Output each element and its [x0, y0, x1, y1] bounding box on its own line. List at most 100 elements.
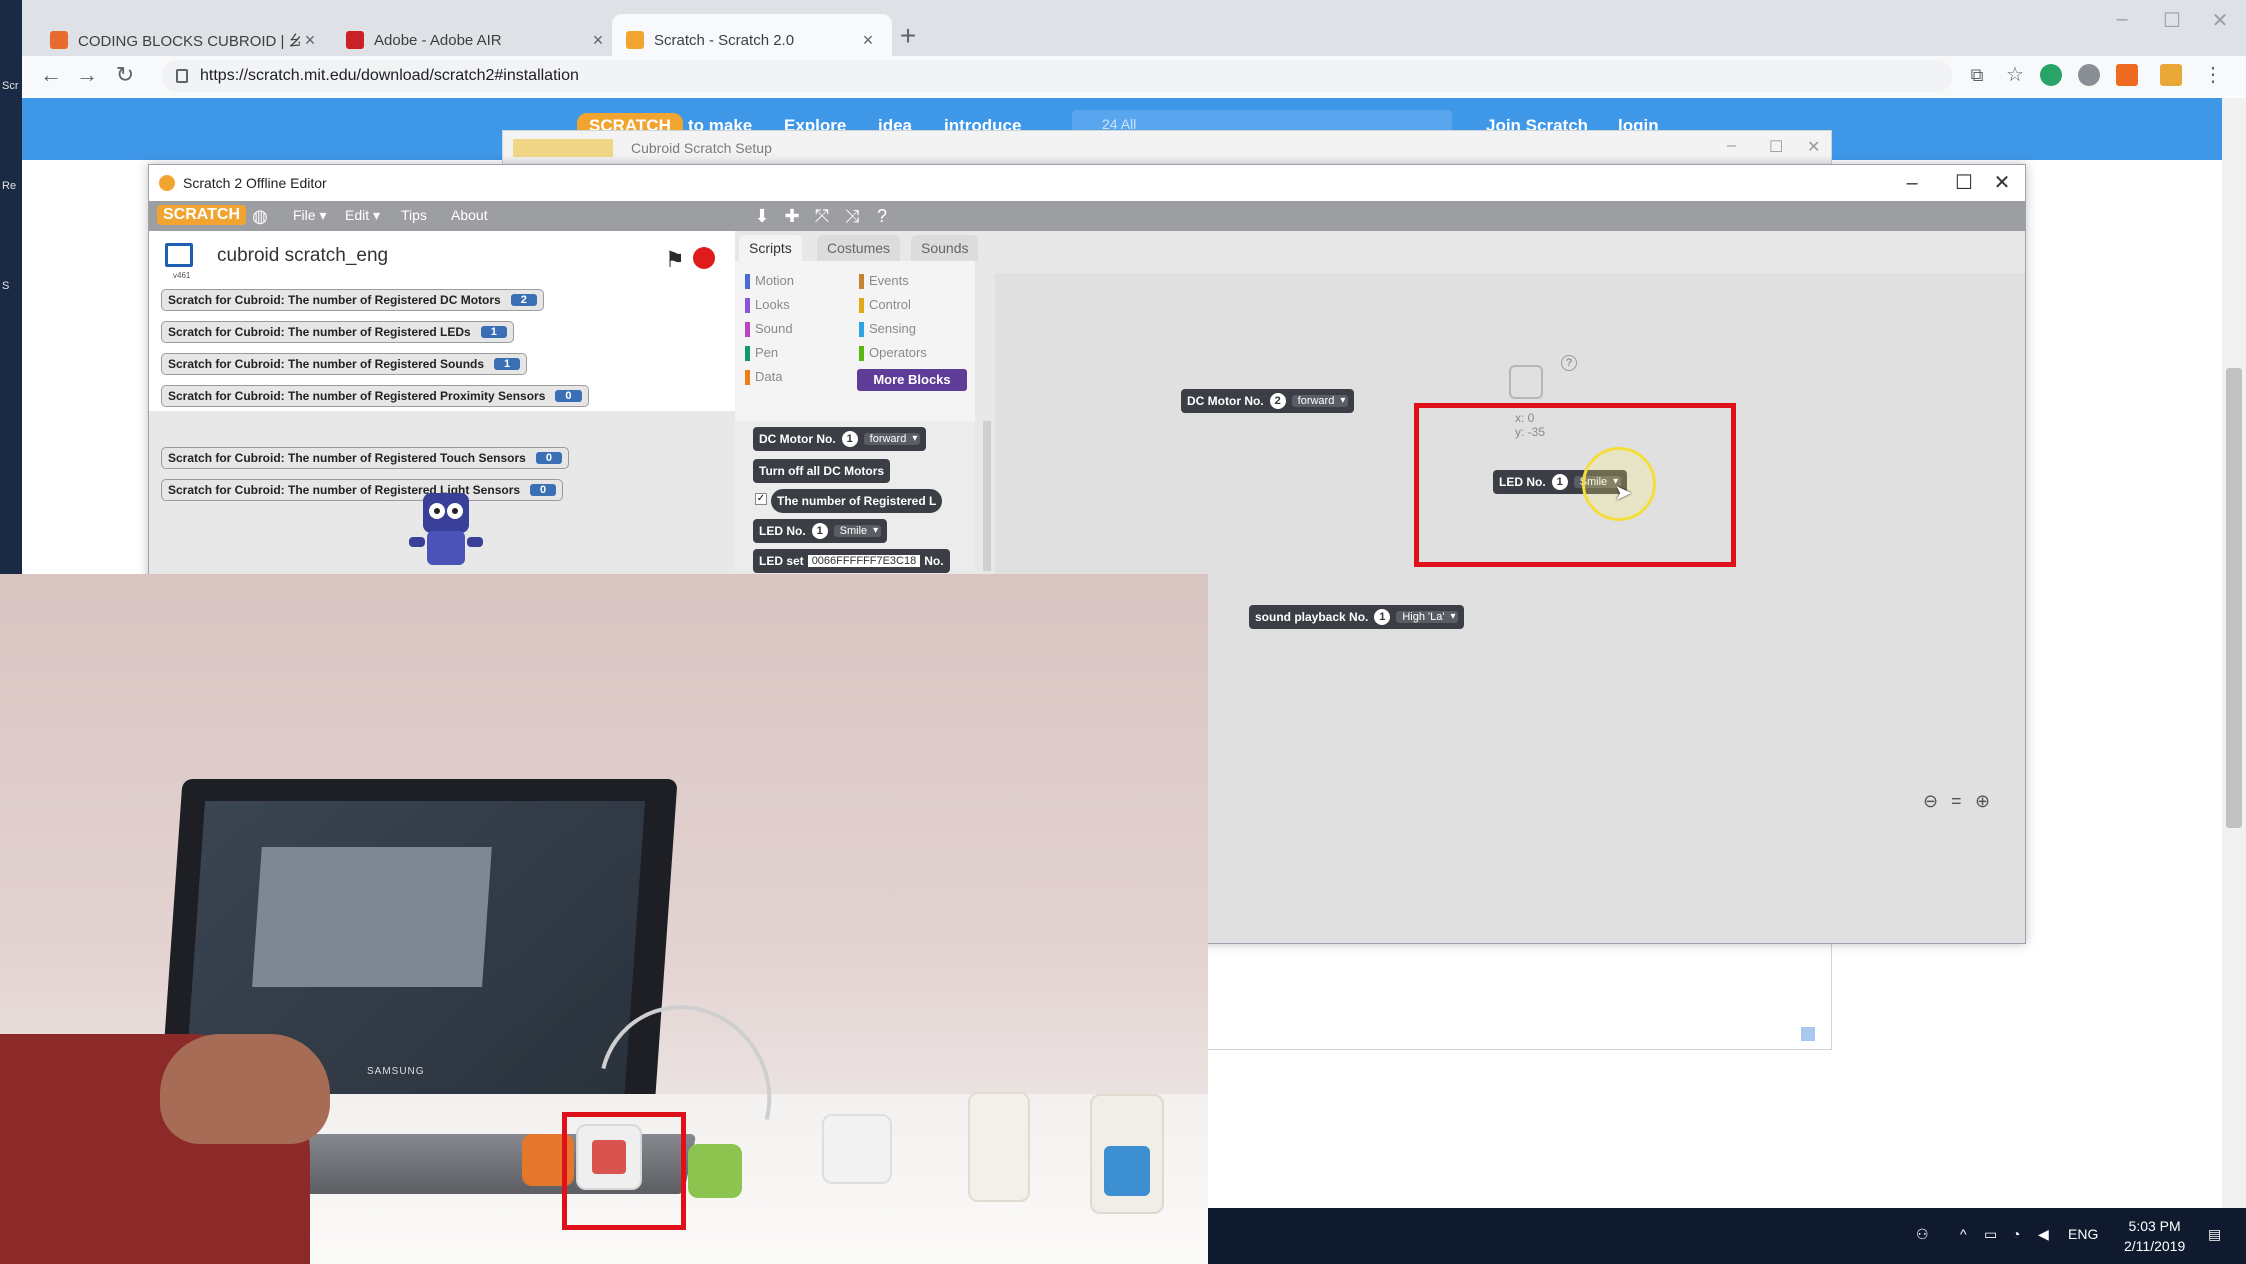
editor-menubar: SCRATCH ◍ File ▾ Edit ▾ Tips About ⬇ ✚ ⤧…	[149, 201, 2025, 231]
script-block-sound-playback[interactable]: sound playback No. 1 High 'La'	[1249, 605, 1465, 629]
setup-maximize-icon[interactable]: ☐	[1769, 137, 1783, 157]
help-icon[interactable]: ?	[1561, 355, 1577, 371]
menu-file[interactable]: File ▾	[293, 207, 326, 224]
script-block-dc-motor[interactable]: DC Motor No. 2 forward	[1181, 389, 1355, 413]
menu-tips[interactable]: Tips	[401, 207, 427, 223]
input-language[interactable]: ENG	[2068, 1226, 2098, 1242]
scrollbar-thumb[interactable]	[2226, 368, 2242, 828]
people-icon[interactable]: ⚇	[1916, 1226, 1929, 1243]
motor-cube	[968, 1092, 1030, 1202]
category-events[interactable]: Events	[859, 273, 909, 289]
project-name-field[interactable]: cubroid scratch_eng	[217, 245, 388, 267]
back-icon[interactable]: ←	[36, 60, 66, 90]
palette-block-dc-motor[interactable]: DC Motor No. 1 forward	[753, 427, 927, 451]
notification-icon[interactable]: ▤	[2208, 1226, 2221, 1243]
tab-costumes[interactable]: Costumes	[817, 235, 901, 261]
setup-minimize-icon[interactable]: –	[1727, 137, 1736, 155]
volume-icon[interactable]: ◀	[2038, 1226, 2049, 1243]
laptop-window	[252, 847, 492, 987]
category-operators[interactable]: Operators	[859, 345, 927, 361]
system-clock[interactable]: 5:03 PM 2/11/2019	[2124, 1216, 2185, 1256]
extension-icon[interactable]	[2078, 64, 2100, 86]
duplicate-stamp-icon[interactable]: ⬇	[751, 205, 773, 227]
editor-close-icon[interactable]: ✕	[1977, 165, 2027, 201]
palette-scrollbar[interactable]	[983, 421, 991, 571]
category-pen[interactable]: Pen	[745, 345, 778, 361]
tab-close-icon[interactable]: ×	[300, 30, 320, 51]
block-text: DC Motor No.	[759, 432, 836, 446]
palette-block-led[interactable]: LED No. 1 Smile	[753, 519, 888, 543]
tray-chevron-icon[interactable]: ^	[1960, 1226, 1967, 1242]
browser-toolbar: ← → ↻ https://scratch.mit.edu/download/s…	[22, 56, 2246, 96]
address-bar[interactable]: https://scratch.mit.edu/download/scratch…	[162, 60, 1952, 92]
globe-icon[interactable]: ◍	[249, 205, 271, 227]
menu-about[interactable]: About	[451, 207, 488, 223]
zoom-out-icon[interactable]: ⊖	[1923, 791, 1938, 812]
block-help-icon[interactable]: ?	[871, 205, 893, 227]
menu-edit[interactable]: Edit ▾	[345, 207, 380, 224]
category-looks[interactable]: Looks	[745, 297, 790, 313]
tab-close-icon[interactable]: ×	[588, 30, 608, 51]
editor-minimize-icon[interactable]: –	[1887, 165, 1937, 201]
editor-titlebar: Scratch 2 Offline Editor – ☐ ✕	[149, 165, 2025, 201]
monitor-label: Scratch for Cubroid: The number of Regis…	[168, 357, 485, 371]
forward-icon[interactable]: →	[72, 60, 102, 90]
reload-icon[interactable]: ↻	[110, 60, 140, 90]
desktop-icon-label[interactable]: Re	[2, 180, 20, 192]
category-control[interactable]: Control	[859, 297, 911, 313]
battery-icon[interactable]: ▭	[1984, 1226, 1997, 1243]
stage-panel: v461 cubroid scratch_eng ⚑ Scratch for C…	[149, 231, 735, 411]
block-number-input[interactable]: 1	[811, 523, 828, 539]
zoom-in-icon[interactable]: ⊕	[1975, 791, 1990, 812]
extension-icon[interactable]	[2040, 64, 2062, 86]
desktop-icon-label[interactable]: Scr	[2, 80, 20, 92]
monitor-label: Scratch for Cubroid: The number of Regis…	[168, 451, 526, 465]
view-details-icon[interactable]	[1801, 1027, 1815, 1041]
stop-icon[interactable]	[693, 247, 715, 269]
shrink-icon[interactable]: ⤨	[841, 205, 863, 227]
tab-sounds[interactable]: Sounds	[911, 235, 979, 261]
category-sensing[interactable]: Sensing	[859, 321, 916, 337]
minimize-icon[interactable]: –	[2102, 8, 2142, 31]
category-motion[interactable]: Motion	[745, 273, 794, 289]
delete-cut-icon[interactable]: ✚	[781, 205, 803, 227]
block-number-input[interactable]: 1	[841, 431, 858, 447]
green-flag-icon[interactable]: ⚑	[665, 247, 685, 273]
block-text-input[interactable]: 0066FFFFFF7E3C18	[807, 555, 921, 567]
block-text: LED set	[759, 554, 804, 568]
maximize-icon[interactable]: ☐	[2152, 8, 2192, 33]
stage-mode-icon[interactable]	[165, 243, 193, 267]
page-scrollbar[interactable]	[2222, 98, 2246, 1208]
tab-scripts[interactable]: Scripts	[739, 235, 802, 261]
monitor-value: 1	[494, 358, 521, 370]
palette-block-registered[interactable]: The number of Registered L	[771, 489, 943, 513]
new-tab-icon[interactable]: +	[890, 20, 926, 52]
category-sound[interactable]: Sound	[745, 321, 793, 337]
green-cube	[688, 1144, 742, 1198]
palette-block-turn-off[interactable]: Turn off all DC Motors	[753, 459, 891, 483]
block-number-input[interactable]: 2	[1269, 393, 1286, 409]
zoom-reset-icon[interactable]: =	[1951, 791, 1962, 812]
tab-close-icon[interactable]: ×	[858, 30, 878, 51]
extension-icon[interactable]	[2116, 64, 2138, 86]
menu-kebab-icon[interactable]: ⋮	[2198, 60, 2228, 90]
bookmark-star-icon[interactable]: ☆	[2000, 60, 2030, 90]
block-dropdown[interactable]: forward	[863, 433, 921, 445]
block-dropdown[interactable]: Smile	[833, 525, 882, 537]
reporter-checkbox[interactable]: ✓	[755, 493, 767, 505]
grow-icon[interactable]: ⤧	[811, 205, 833, 227]
block-dropdown[interactable]: forward	[1291, 395, 1349, 407]
desktop-icon-label[interactable]: S	[2, 280, 20, 292]
setup-close-icon[interactable]: ✕	[1807, 137, 1820, 157]
palette-block-led-set[interactable]: LED set 0066FFFFFF7E3C18 No.	[753, 549, 950, 573]
block-dropdown[interactable]: High 'La'	[1396, 611, 1459, 623]
cubroid-robot-sprite[interactable]	[401, 483, 491, 573]
extension-icon[interactable]	[2160, 64, 2182, 86]
close-icon[interactable]: ✕	[2200, 8, 2240, 33]
wifi-icon[interactable]: ◔	[2012, 1226, 2020, 1242]
category-more-blocks[interactable]: More Blocks	[857, 369, 967, 391]
block-text: DC Motor No.	[1187, 394, 1264, 408]
category-data[interactable]: Data	[745, 369, 782, 385]
block-number-input[interactable]: 1	[1374, 609, 1391, 625]
translate-icon[interactable]: ⧉	[1962, 60, 1992, 90]
